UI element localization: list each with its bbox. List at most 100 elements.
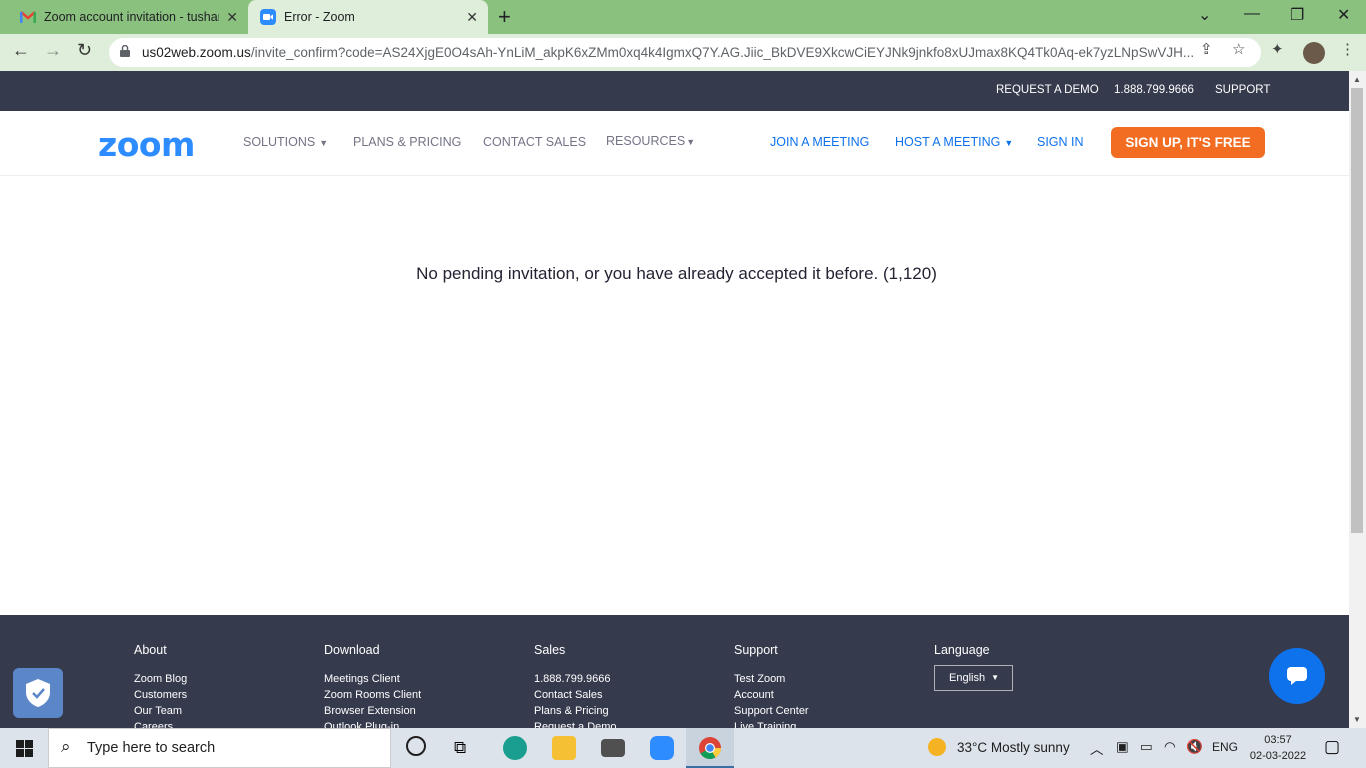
scroll-down-icon[interactable]: ▼ [1353,715,1361,724]
contact-sales-link[interactable]: CONTACT SALES [483,135,586,149]
tab-search-chevron-icon[interactable]: ⌄ [1198,5,1211,25]
footer-about: About Zoom Blog Customers Our Team Caree… [134,643,187,728]
back-icon[interactable]: ← [12,40,30,61]
clock-date: 02-03-2022 [1249,750,1307,762]
url-path: /invite_confirm?code=AS24XjgE0O4sAh-YnLi… [250,45,1195,60]
system-clock[interactable]: 03:57 02-03-2022 [1244,732,1312,764]
search-placeholder: Type here to search [87,740,216,756]
request-demo-link[interactable]: REQUEST A DEMO [996,84,1099,96]
gmail-icon [20,11,36,23]
footer-link[interactable]: Plans & Pricing [534,703,617,719]
url-host: us02web.zoom.us [142,45,251,60]
tab-title: Zoom account invitation - tushar [44,10,219,24]
window-close-icon[interactable]: ✕ [1337,5,1350,25]
notifications-icon[interactable]: ▢ [1324,737,1340,757]
minimize-icon[interactable]: — [1244,5,1260,23]
footer-link[interactable]: Support Center [734,703,809,719]
lock-icon [120,45,130,57]
mail-icon[interactable] [601,739,625,757]
close-icon[interactable]: ✕ [466,9,478,26]
footer-link[interactable]: Account [734,687,809,703]
host-meeting-label: HOST A MEETING [895,135,1001,149]
footer-link[interactable]: Outlook Plug-in [324,719,421,728]
wifi-icon[interactable]: ◠ [1164,739,1176,755]
plans-pricing-link[interactable]: PLANS & PRICING [353,135,461,149]
footer-link[interactable]: Our Team [134,703,187,719]
file-explorer-icon[interactable] [552,736,576,760]
footer-link[interactable]: Meetings Client [324,671,421,687]
profile-avatar[interactable] [1303,42,1325,64]
shield-check-icon[interactable] [13,668,63,718]
solutions-label: SOLUTIONS [243,135,316,149]
sign-up-button[interactable]: SIGN UP, IT'S FREE [1111,127,1265,158]
zoom-favicon-icon [260,9,276,25]
page-scrollbar[interactable]: ▲ ▼ [1349,71,1366,728]
sign-in-link[interactable]: SIGN IN [1037,135,1084,149]
extensions-icon[interactable]: ✦ [1271,40,1284,58]
tab-gmail[interactable]: Zoom account invitation - tushar ✕ [8,0,248,34]
footer-link[interactable]: Customers [134,687,187,703]
footer-link[interactable]: Contact Sales [534,687,617,703]
footer-link[interactable]: 1.888.799.9666 [534,671,617,687]
footer-heading: Download [324,643,380,657]
search-icon: ⌕ [61,737,71,756]
reload-icon[interactable]: ↻ [77,40,92,61]
footer-link[interactable]: Live Training [734,719,809,728]
join-meeting-link[interactable]: JOIN A MEETING [770,135,869,149]
footer-download: Download Meetings Client Zoom Rooms Clie… [324,643,421,728]
zoom-top-bar: REQUEST A DEMO 1.888.799.9666 SUPPORT [0,71,1349,111]
chrome-taskbar-button[interactable] [686,728,734,768]
support-link[interactable]: SUPPORT [1215,84,1270,96]
browser-menu-icon[interactable]: ⋮ [1340,40,1355,58]
phone-link[interactable]: 1.888.799.9666 [1114,84,1194,96]
scrollbar-thumb[interactable] [1351,88,1363,533]
scroll-up-icon[interactable]: ▲ [1353,75,1361,84]
footer-link[interactable]: Zoom Blog [134,671,187,687]
chrome-icon [699,737,721,759]
caret-down-icon: ▼ [991,673,999,682]
solutions-menu[interactable]: SOLUTIONS ▼ [243,135,328,149]
caret-down-icon: ▼ [1004,138,1014,148]
task-view-icon[interactable]: ⧉ [454,738,466,758]
resources-menu[interactable]: RESOURCES▼ [606,134,695,148]
footer-heading: Sales [534,643,566,657]
footer-heading: Language [934,643,990,657]
zoom-app-icon[interactable] [650,736,674,760]
close-icon[interactable]: ✕ [226,9,238,26]
windows-start-icon[interactable] [16,740,33,757]
footer-language: Language English ▼ [934,643,1013,691]
footer-link[interactable]: Zoom Rooms Client [324,687,421,703]
chat-icon[interactable] [1269,648,1325,704]
language-value: English [949,672,986,684]
host-meeting-menu[interactable]: HOST A MEETING ▼ [895,135,1013,149]
caret-down-icon: ▼ [319,138,329,148]
language-select[interactable]: English ▼ [934,665,1013,691]
new-tab-icon[interactable]: + [498,4,511,30]
zoom-footer: About Zoom Blog Customers Our Team Caree… [0,615,1349,728]
bookmark-star-icon[interactable]: ☆ [1232,40,1245,58]
address-bar[interactable]: us02web.zoom.us/invite_confirm?code=AS24… [109,38,1261,67]
input-language[interactable]: ENG [1212,740,1238,754]
footer-link[interactable]: Test Zoom [734,671,809,687]
forward-icon[interactable]: → [44,40,62,61]
share-icon[interactable]: ⇪ [1200,40,1213,58]
restore-icon[interactable]: ❐ [1290,5,1304,25]
error-message: No pending invitation, or you have alrea… [416,264,937,283]
footer-link[interactable]: Request a Demo [534,719,617,728]
clock-time: 03:57 [1264,734,1292,746]
chevron-up-icon[interactable]: ︿ [1090,738,1104,758]
edge-icon[interactable] [503,736,527,760]
windows-taskbar: ⌕ Type here to search ⧉ 33°C Mostly sunn… [0,728,1366,768]
meet-now-icon[interactable]: ▣ [1116,739,1129,755]
caret-down-icon: ▼ [686,137,696,147]
tab-zoom-error[interactable]: Error - Zoom ✕ [248,0,488,34]
zoom-logo[interactable]: zoom [98,125,195,164]
footer-link[interactable]: Browser Extension [324,703,421,719]
cortana-icon[interactable] [406,736,426,756]
footer-link[interactable]: Careers [134,719,187,728]
taskbar-search-input[interactable]: ⌕ Type here to search [48,728,391,768]
weather-sun-icon [928,738,946,756]
volume-muted-icon[interactable]: 🔇 [1186,739,1203,755]
battery-icon[interactable]: ▭ [1140,739,1153,755]
weather-text[interactable]: 33°C Mostly sunny [957,740,1070,755]
